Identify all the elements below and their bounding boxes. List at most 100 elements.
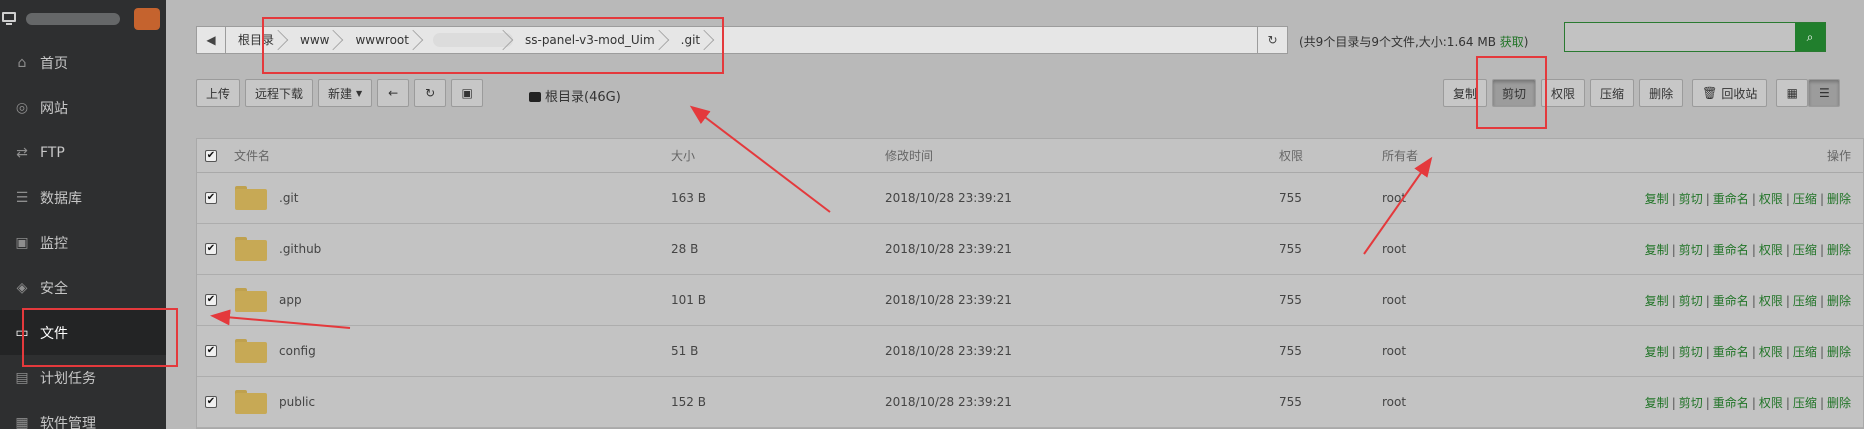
row-op-link[interactable]: 复制 [1645,396,1669,410]
grid-view-button[interactable]: ▦ [1776,79,1809,107]
sidebar-item-monitor[interactable]: ▣ 监控 [0,220,166,265]
file-name[interactable]: .github [279,242,321,256]
row-op-link[interactable]: 压缩 [1793,243,1817,257]
row-checkbox[interactable]: ✔ [205,243,217,255]
database-icon: ☰ [15,189,29,206]
file-permission: 755 [1279,191,1302,205]
row-op-link[interactable]: 压缩 [1793,192,1817,206]
sidebar-item-label: 安全 [40,280,68,297]
sidebar-item-home[interactable]: ⌂ 首页 [0,40,166,85]
row-op-link[interactable]: 删除 [1827,192,1851,206]
file-name[interactable]: .git [279,191,298,205]
file-name[interactable]: app [279,293,302,307]
header-size[interactable]: 大小 [671,147,695,164]
row-op-link[interactable]: 重命名 [1713,243,1749,257]
row-op-link[interactable]: 权限 [1759,294,1783,308]
row-op-link[interactable]: 复制 [1645,345,1669,359]
refresh-button[interactable]: ↻ [414,79,447,107]
folder-icon[interactable] [235,390,267,414]
ops-separator: | [1705,191,1710,206]
file-mtime: 2018/10/28 23:39:21 [885,344,1012,358]
row-op-link[interactable]: 复制 [1645,192,1669,206]
ops-separator: | [1751,242,1756,257]
terminal-icon: ▣ [461,86,473,100]
permission-button[interactable]: 权限 [1541,79,1586,107]
row-op-link[interactable]: 重命名 [1713,294,1749,308]
sidebar-item-software[interactable]: ▦ 软件管理 [0,400,166,429]
table-row[interactable]: ✔ .github 28 B 2018/10/28 23:39:21 755 root 复制… [197,224,1863,275]
get-size-link[interactable]: 获取 [1500,35,1524,49]
list-icon: ☰ [1818,86,1830,100]
search-input[interactable]: ⌕ [1564,22,1826,52]
row-op-link[interactable]: 删除 [1827,345,1851,359]
row-op-link[interactable]: 压缩 [1793,294,1817,308]
root-disk-label[interactable]: 根目录(46G) [529,86,621,105]
row-op-link[interactable]: 权限 [1759,345,1783,359]
row-op-link[interactable]: 压缩 [1793,396,1817,410]
row-op-link[interactable]: 压缩 [1793,345,1817,359]
table-row[interactable]: ✔ .git 163 B 2018/10/28 23:39:21 755 root 复制 | 剪… [197,173,1863,224]
row-op-link[interactable]: 权限 [1759,192,1783,206]
row-op-link[interactable]: 重命名 [1713,345,1749,359]
row-op-link[interactable]: 剪切 [1679,192,1703,206]
row-op-link[interactable]: 重命名 [1713,192,1749,206]
compress-button[interactable]: 压缩 [1590,79,1635,107]
file-size: 101 B [671,293,706,307]
table-row[interactable]: ✔ app 101 B 2018/10/28 23:39:21 755 root 复制 | 剪切… [197,275,1863,326]
row-op-link[interactable]: 权限 [1759,243,1783,257]
ops-separator: | [1819,242,1824,257]
ops-separator: | [1751,395,1756,410]
header-ops: 操作 [1826,149,1851,163]
folder-icon[interactable] [235,186,267,210]
file-name[interactable]: public [279,395,315,409]
terminal-button[interactable]: ▣ [451,79,484,107]
upload-button[interactable]: 上传 [196,79,241,107]
select-all-checkbox[interactable]: ✔ [205,149,217,162]
folder-icon[interactable] [235,339,267,363]
ops-separator: | [1705,395,1710,410]
sidebar-item-label: 计划任务 [40,370,96,387]
folder-icon[interactable] [235,237,267,261]
recycle-bin-button[interactable]: 🗑 回收站 [1692,79,1768,107]
row-checkbox[interactable]: ✔ [205,192,217,204]
row-checkbox[interactable]: ✔ [205,345,217,357]
row-checkbox[interactable]: ✔ [205,396,217,408]
ops-separator: | [1785,293,1790,308]
row-op-link[interactable]: 权限 [1759,396,1783,410]
row-ops: 复制 | 剪切 | 重命名 | 权限 | 压缩 | 删除 [1645,241,1851,258]
sidebar-item-label: 首页 [40,55,68,72]
row-op-link[interactable]: 剪切 [1679,345,1703,359]
delete-button[interactable]: 删除 [1639,79,1684,107]
table-row[interactable]: ✔ config 51 B 2018/10/28 23:39:21 755 root 复制 |… [197,326,1863,377]
header-name[interactable]: 文件名 [234,147,270,164]
new-button[interactable]: 新建 ▼ [318,79,373,107]
row-op-link[interactable]: 复制 [1645,243,1669,257]
sidebar-item-website[interactable]: ◎ 网站 [0,85,166,130]
file-mtime: 2018/10/28 23:39:21 [885,293,1012,307]
server-name-blurred [26,13,120,25]
file-name[interactable]: config [279,344,316,358]
row-op-link[interactable]: 删除 [1827,243,1851,257]
header-mtime[interactable]: 修改时间 [885,147,933,164]
sidebar-item-security[interactable]: ◈ 安全 [0,265,166,310]
remote-download-button[interactable]: 远程下载 [245,79,314,107]
folder-icon[interactable] [235,288,267,312]
path-refresh-button[interactable]: ↻ [1257,27,1287,53]
row-op-link[interactable]: 剪切 [1679,294,1703,308]
row-op-link[interactable]: 剪切 [1679,396,1703,410]
sidebar-item-database[interactable]: ☰ 数据库 [0,175,166,220]
table-row[interactable]: ✔ public 152 B 2018/10/28 23:39:21 755 root 复制… [197,377,1863,428]
search-button[interactable]: ⌕ [1795,23,1825,51]
row-op-link[interactable]: 重命名 [1713,396,1749,410]
avatar[interactable] [134,8,160,30]
refresh-icon: ↻ [1267,33,1278,47]
list-view-button[interactable]: ☰ [1808,79,1841,107]
sidebar-item-ftp[interactable]: ⇄ FTP [0,130,166,175]
row-op-link[interactable]: 剪切 [1679,243,1703,257]
path-back-button[interactable]: ◀ [197,27,226,53]
row-op-link[interactable]: 删除 [1827,294,1851,308]
row-checkbox[interactable]: ✔ [205,294,217,306]
back-button[interactable]: ← [377,79,410,107]
row-op-link[interactable]: 复制 [1645,294,1669,308]
row-op-link[interactable]: 删除 [1827,396,1851,410]
